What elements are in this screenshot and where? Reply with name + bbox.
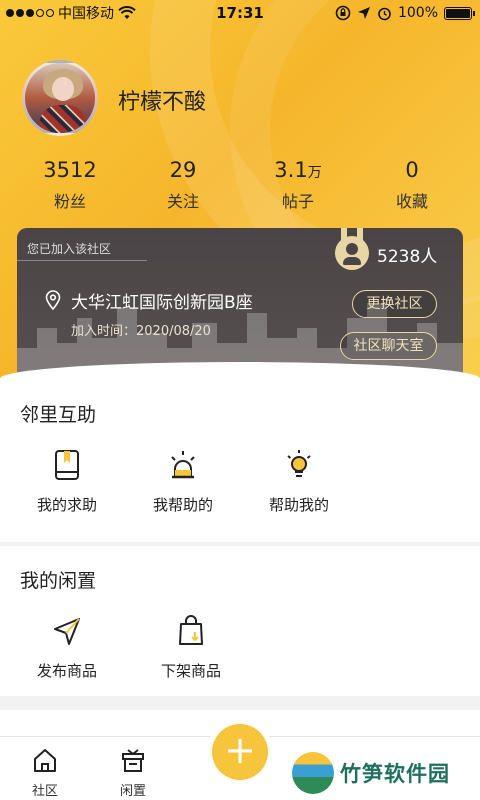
battery-icon xyxy=(444,6,475,20)
alarm-lamp-icon xyxy=(171,451,195,479)
stat-label: 帖子 xyxy=(281,192,314,211)
tab-idle[interactable]: 闲置 xyxy=(103,747,163,799)
username: 柠檬不酸 xyxy=(118,90,207,115)
helped-me-item[interactable]: 帮助我的 xyxy=(249,448,349,515)
community-card: 您已加入该社区 5238人 大华江虹国际创新园B座 加入时间：2020/08/2… xyxy=(17,228,463,378)
watermark-text: 竹笋软件园 xyxy=(340,762,450,786)
tab-community[interactable]: 社区 xyxy=(15,747,75,799)
stat-followers[interactable]: 3512 粉丝 xyxy=(10,158,130,212)
member-medal-icon xyxy=(335,228,369,270)
lightbulb-icon xyxy=(287,450,311,477)
stat-favorites[interactable]: 0 收藏 xyxy=(352,158,472,212)
joined-label: 您已加入该社区 xyxy=(27,242,112,256)
location-arrow-icon xyxy=(357,7,370,19)
item-label: 我帮助的 xyxy=(152,496,213,514)
section-title: 邻里互助 xyxy=(20,404,97,426)
watermark: 竹笋软件园 xyxy=(292,752,450,794)
stat-label: 关注 xyxy=(166,192,199,211)
section-title: 我的闲置 xyxy=(20,570,97,592)
paper-plane-icon xyxy=(54,618,80,645)
stat-following[interactable]: 29 关注 xyxy=(123,158,243,212)
avatar[interactable] xyxy=(22,60,98,136)
item-label: 发布商品 xyxy=(36,662,97,680)
join-time: 加入时间：2020/08/20 xyxy=(71,324,211,339)
tab-label: 社区 xyxy=(31,784,58,799)
stat-value: 0 xyxy=(405,158,419,182)
stat-value: 29 xyxy=(169,158,197,182)
book-icon xyxy=(55,450,79,480)
item-label: 帮助我的 xyxy=(268,496,329,514)
stat-label: 收藏 xyxy=(395,192,428,211)
orientation-lock-icon xyxy=(335,5,351,21)
my-requests-item[interactable]: 我的求助 xyxy=(17,448,117,515)
i-helped-item[interactable]: 我帮助的 xyxy=(133,448,233,515)
divider xyxy=(17,260,147,261)
community-chat-button[interactable]: 社区聊天室 xyxy=(340,332,437,360)
tab-label: 闲置 xyxy=(119,784,146,799)
home-icon xyxy=(34,749,56,772)
stat-value: 3.1 xyxy=(274,158,308,182)
stat-posts[interactable]: 3.1万 帖子 xyxy=(238,158,358,212)
watermark-logo xyxy=(292,752,334,794)
item-label: 下架商品 xyxy=(160,662,221,680)
idle-items-section: 我的闲置 发布商品 下架商品 xyxy=(0,546,480,696)
community-name: 大华江虹国际创新园B座 xyxy=(71,293,253,313)
member-count: 5238人 xyxy=(377,247,438,267)
stat-label: 粉丝 xyxy=(53,192,86,211)
alarm-icon xyxy=(378,7,391,20)
status-bar: 中国移动 17:31 100% xyxy=(0,0,480,26)
add-post-button[interactable]: + xyxy=(212,724,268,780)
shopping-bag-down-icon xyxy=(179,615,203,645)
location-pin-icon xyxy=(45,290,61,310)
unlist-item[interactable]: 下架商品 xyxy=(141,614,241,681)
stat-unit: 万 xyxy=(307,165,322,181)
publish-item[interactable]: 发布商品 xyxy=(17,614,117,681)
item-label: 我的求助 xyxy=(36,496,97,514)
gift-box-icon xyxy=(122,749,144,772)
battery-percent: 100% xyxy=(397,5,438,21)
stat-value: 3512 xyxy=(43,158,97,182)
switch-community-button[interactable]: 更换社区 xyxy=(352,290,437,318)
neighbor-help-section: 邻里互助 我的求助 我帮助的 帮助我的 xyxy=(0,380,480,532)
